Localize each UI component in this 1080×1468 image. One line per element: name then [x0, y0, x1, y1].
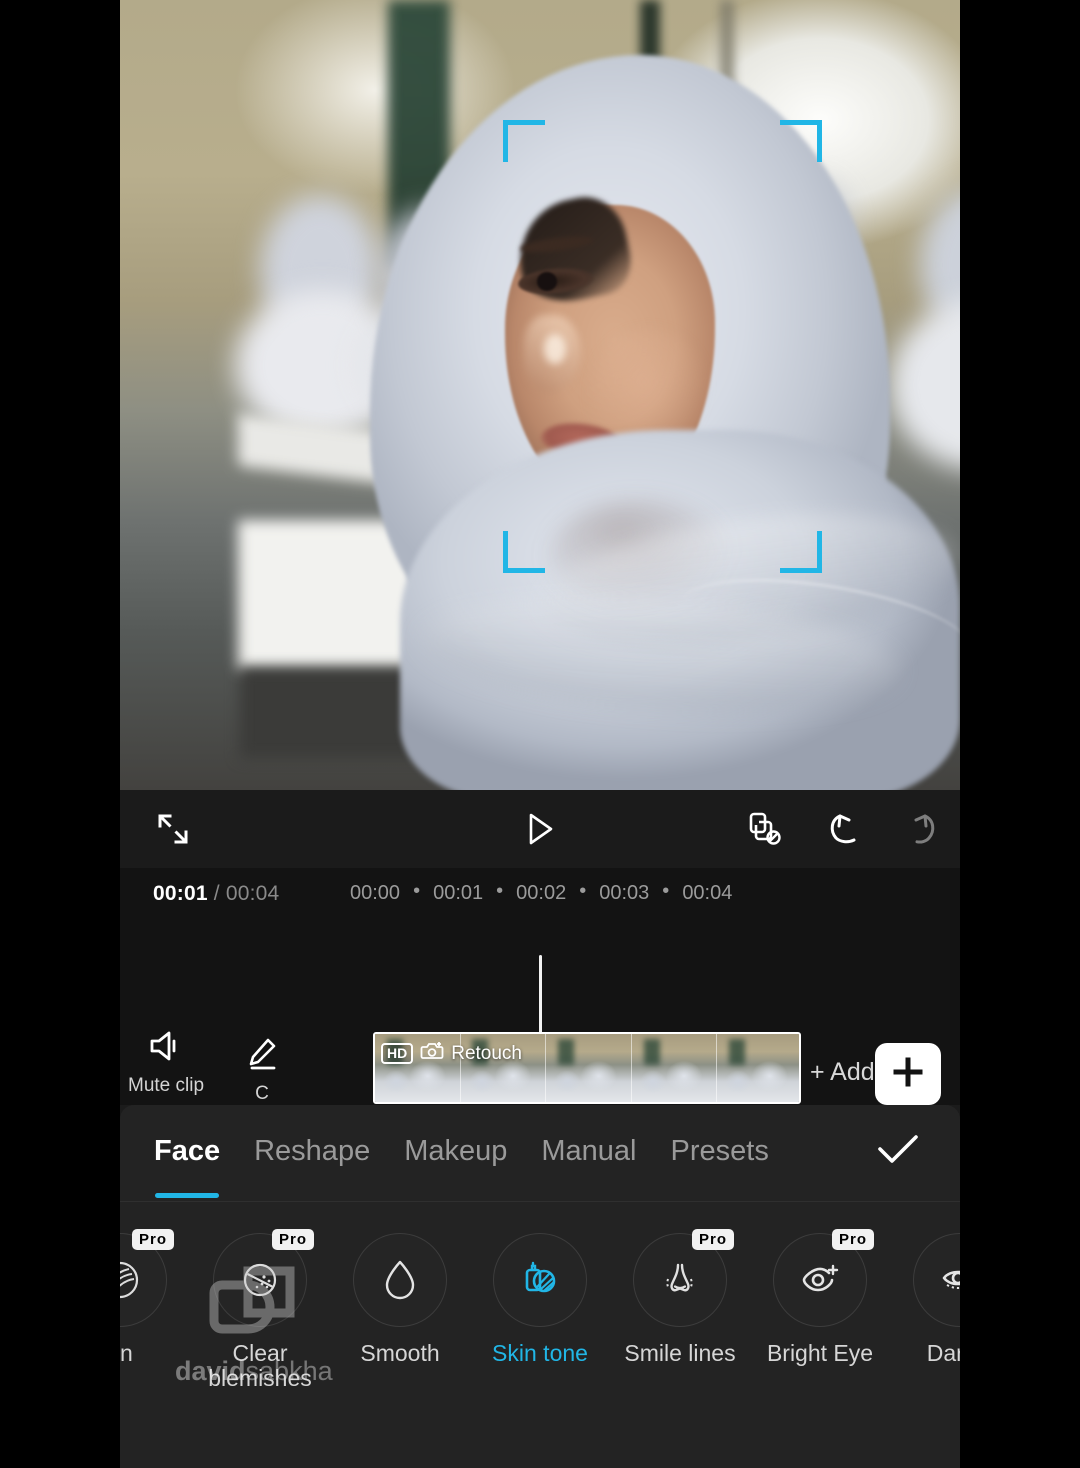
ruler-tick: 00:04: [682, 882, 733, 904]
tab-reshape-label: Reshape: [254, 1134, 371, 1167]
tabs-divider: [120, 1201, 960, 1202]
video-subject: [120, 0, 960, 790]
ruler-dot: •: [413, 880, 421, 902]
ruler-dot: •: [662, 880, 670, 902]
tool-soften-label: en: [120, 1340, 133, 1366]
tool-smile-lines[interactable]: Pro Smile lines: [610, 1229, 750, 1366]
tab-manual-label: Manual: [541, 1134, 637, 1167]
video-preview[interactable]: [120, 0, 960, 790]
edit-clip-label: C: [255, 1083, 269, 1104]
tab-makeup-label: Makeup: [404, 1134, 508, 1167]
water-drop-icon: [353, 1233, 447, 1327]
ruler-tick: 00:01: [433, 882, 484, 904]
tool-smile-lines-label: Smile lines: [624, 1340, 736, 1366]
pencil-edit-icon: [244, 1036, 280, 1077]
confirm-button[interactable]: [872, 1125, 924, 1177]
checkmark-icon: [875, 1131, 921, 1172]
face-detect-corner-bottom-left: [503, 531, 545, 573]
tool-bright-eye[interactable]: Pro Bright Eye: [750, 1229, 890, 1366]
tool-soften[interactable]: Pro en: [120, 1229, 190, 1366]
ruler-dot: •: [579, 880, 587, 902]
panel-tabs: Face Reshape Makeup Manual Presets: [120, 1105, 960, 1197]
timeline[interactable]: 00:01 / 00:04 00:00 • 00:01 • 00:02 • 00…: [120, 868, 960, 1105]
tool-skin-tone-label: Skin tone: [492, 1340, 588, 1366]
face-tools-row[interactable]: Pro en Pro: [120, 1229, 960, 1433]
mute-clip-button[interactable]: Mute clip: [128, 1028, 204, 1097]
face-detect-corner-bottom-right: [780, 531, 822, 573]
subject-pupil: [537, 272, 557, 291]
tab-presets-label: Presets: [670, 1134, 769, 1167]
add-clip-button[interactable]: [875, 1043, 941, 1105]
pro-badge: Pro: [272, 1229, 315, 1250]
undo-icon[interactable]: [820, 804, 870, 854]
ruler-dot: •: [496, 880, 504, 902]
tool-skin-tone[interactable]: Skin tone: [470, 1233, 610, 1366]
tab-makeup[interactable]: Makeup: [404, 1135, 507, 1168]
tab-manual[interactable]: Manual: [541, 1135, 636, 1168]
dark-circles-icon: [913, 1233, 960, 1327]
total-time: 00:04: [225, 882, 280, 905]
retouch-panel: Face Reshape Makeup Manual Presets Pro n…: [120, 1105, 960, 1468]
subject-nose-highlight: [544, 334, 566, 364]
disable-keyframe-icon[interactable]: [740, 804, 790, 854]
player-toolbar: [120, 790, 960, 868]
foundation-icon: [493, 1233, 587, 1327]
tool-dark-circles[interactable]: Dark c: [890, 1233, 960, 1366]
current-time: 00:01: [153, 882, 208, 905]
mute-clip-label: Mute clip: [128, 1075, 205, 1096]
tool-dark-circles-label: Dark c: [926, 1340, 960, 1366]
speaker-volume-icon: [146, 1028, 186, 1069]
pro-badge: Pro: [832, 1229, 875, 1250]
face-detect-corner-top-right: [780, 120, 822, 162]
fullscreen-expand-icon[interactable]: [148, 804, 198, 854]
face-detect-corner-top-left: [503, 120, 545, 162]
pro-badge: Pro: [132, 1229, 175, 1250]
ruler-tick: 00:00: [350, 882, 401, 904]
ruler-tick: 00:03: [599, 882, 650, 904]
tool-bright-eye-label: Bright Eye: [766, 1340, 874, 1366]
plus-icon: [891, 1055, 925, 1094]
tool-smooth-label: Smooth: [360, 1340, 440, 1366]
ruler-tick: 00:02: [516, 882, 567, 904]
timeline-ruler: 00:00 • 00:01 • 00:02 • 00:03 • 00:04: [350, 880, 733, 905]
tab-presets[interactable]: Presets: [671, 1135, 769, 1168]
edit-clip-button[interactable]: C: [244, 1036, 280, 1105]
tab-reshape[interactable]: Reshape: [254, 1135, 370, 1168]
time-display: 00:01 / 00:04: [153, 882, 279, 906]
redo-icon[interactable]: [895, 804, 945, 854]
tab-face-label: Face: [154, 1134, 221, 1167]
tool-smooth[interactable]: Smooth: [330, 1233, 470, 1366]
tab-face[interactable]: Face: [154, 1135, 220, 1168]
app-root: 00:01 / 00:04 00:00 • 00:01 • 00:02 • 00…: [120, 0, 960, 1468]
time-separator: /: [213, 882, 220, 905]
tool-clear-blemishes[interactable]: Pro Clear blemishes: [190, 1229, 330, 1392]
pro-badge: Pro: [692, 1229, 735, 1250]
tool-clear-blemishes-label: Clear blemishes: [208, 1340, 312, 1392]
play-icon[interactable]: [515, 804, 565, 854]
